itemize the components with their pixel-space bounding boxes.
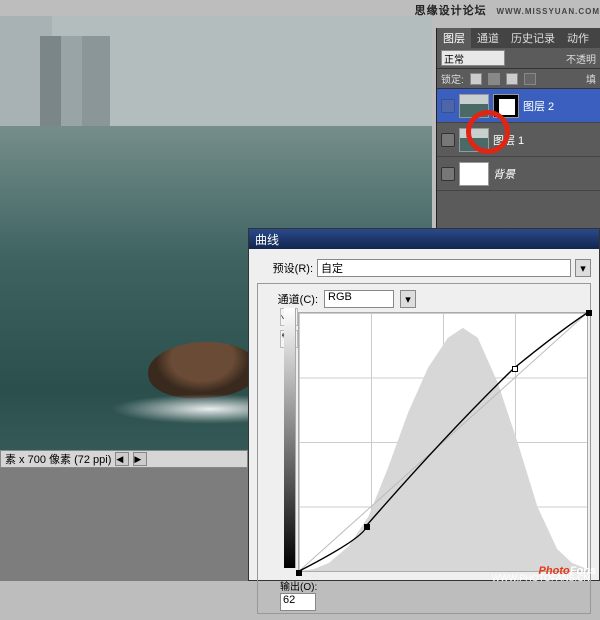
blend-mode-select[interactable]: 正常 [441,50,505,66]
status-nav-right-icon[interactable]: ▶ [133,452,147,466]
layer-row-2[interactable]: 图层 2 [437,89,600,123]
document-status-bar: 素 x 700 像素 (72 ppi) ◀ ▶ [0,450,248,468]
document-info: 素 x 700 像素 (72 ppi) [5,451,111,467]
layer-row-bg[interactable]: 背景 [437,157,600,191]
credit-url: WWW.MISSYUAN.COM [496,7,600,16]
tab-history[interactable]: 历史记录 [505,28,561,48]
channel-dropdown-icon[interactable]: ▾ [400,290,416,308]
layer-name[interactable]: 图层 2 [523,98,554,114]
layers-panel: 图层 通道 历史记录 动作 正常 不透明 锁定: 填 图层 2 图层 1 背景 [436,28,600,228]
curves-graph[interactable] [298,312,588,572]
lock-all-icon[interactable] [524,73,536,85]
channel-select[interactable]: RGB [324,290,394,308]
status-nav-left-icon[interactable]: ◀ [115,452,129,466]
watermark-url: WWW.PHOTOFANS.CN [492,573,590,583]
curve-line[interactable] [299,313,587,571]
lock-position-icon[interactable] [506,73,518,85]
channel-label: 通道(C): [262,291,318,307]
eye-icon[interactable] [441,167,455,181]
layer-list: 图层 2 图层 1 背景 [437,89,600,191]
lock-label: 锁定: [441,71,464,86]
workspace-background [0,468,248,581]
dialog-title: 曲线 [249,229,599,249]
annotation-circle [466,110,510,154]
output-gradient [284,308,296,568]
preset-dropdown-icon[interactable]: ▾ [575,259,591,277]
curves-dialog: 曲线 预设(R): 自定 ▾ 通道(C): RGB ▾ 〰 ✎ [248,228,600,581]
curve-point[interactable] [364,524,370,530]
curve-point[interactable] [586,310,592,316]
tab-channels[interactable]: 通道 [471,28,505,48]
output-value-input[interactable]: 62 [280,593,316,611]
preset-select[interactable]: 自定 [317,259,571,277]
layer-thumbnail[interactable] [459,162,489,186]
lock-pixels-icon[interactable] [488,73,500,85]
layer-name[interactable]: 背景 [493,166,515,182]
tab-layers[interactable]: 图层 [437,28,471,48]
fill-label: 填 [586,71,596,86]
eye-icon[interactable] [441,99,455,113]
curve-point[interactable] [296,570,302,576]
tab-actions[interactable]: 动作 [561,28,595,48]
eye-icon[interactable] [441,133,455,147]
preset-label: 预设(R): [257,260,313,276]
opacity-label: 不透明 [566,51,596,66]
panel-tabs: 图层 通道 历史记录 动作 [437,28,600,48]
output-label: 输出(O): [280,578,320,593]
layer-row-1[interactable]: 图层 1 [437,123,600,157]
curve-point[interactable] [512,366,518,372]
lock-transparent-icon[interactable] [470,73,482,85]
